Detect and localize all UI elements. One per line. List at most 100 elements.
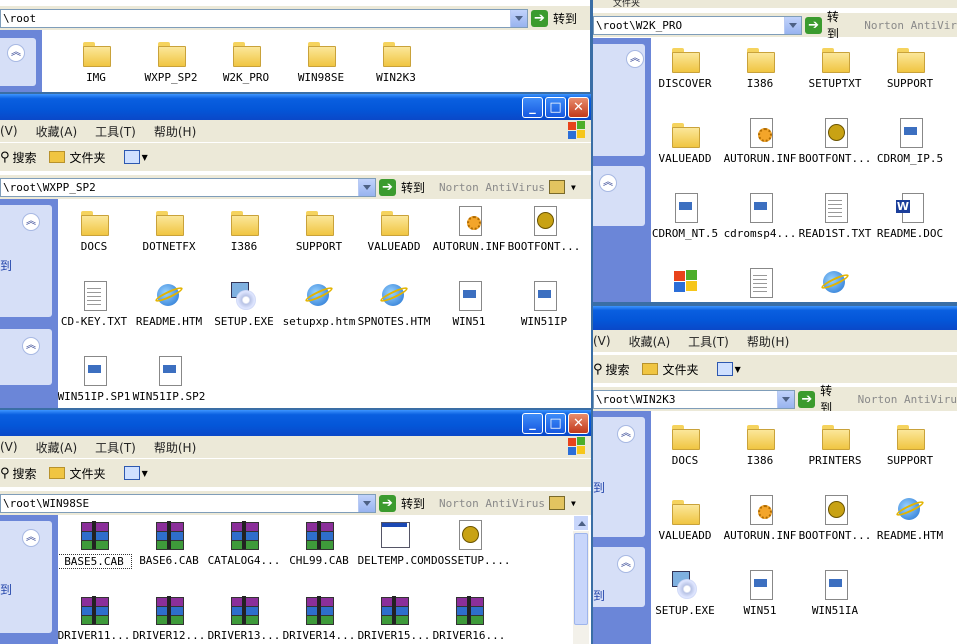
- search-button[interactable]: ⚲ 搜索: [593, 361, 630, 378]
- file-item[interactable]: CATALOG4...: [206, 519, 282, 567]
- file-item[interactable]: SUPPORT: [872, 42, 948, 90]
- file-item[interactable]: CHL99.CAB: [281, 519, 357, 567]
- file-item[interactable]: CDROM_IP.5: [872, 117, 948, 165]
- file-item[interactable]: cdromsp4...: [722, 192, 798, 240]
- go-button[interactable]: ➔ 转到: [379, 178, 425, 196]
- minimize-button[interactable]: _: [522, 413, 543, 434]
- file-item[interactable]: PRINTERS: [797, 419, 873, 467]
- file-item[interactable]: BASE5.CAB: [58, 519, 132, 569]
- folders-button[interactable]: 文件夹: [48, 465, 106, 482]
- file-item[interactable]: SUPPORT: [872, 419, 948, 467]
- file-item[interactable]: WIN51IP.SP2: [131, 355, 207, 403]
- address-dropdown-arrow[interactable]: [358, 178, 375, 196]
- menu-view[interactable]: (V): [0, 440, 18, 454]
- chevron-down-icon[interactable]: ▼: [571, 183, 576, 192]
- collapse-chevron-icon[interactable]: ︽: [22, 337, 40, 355]
- folders-button[interactable]: 文件夹: [641, 361, 699, 378]
- file-item[interactable]: DRIVER14...: [281, 594, 357, 642]
- file-item[interactable]: W2K_PRO: [208, 36, 284, 84]
- address-input[interactable]: \root: [0, 8, 528, 28]
- side-link-text[interactable]: 到: [0, 257, 12, 274]
- file-item[interactable]: BASE6.CAB: [131, 519, 207, 567]
- file-item[interactable]: WIN98SE: [283, 36, 359, 84]
- file-item[interactable]: CDROM_NT.5: [651, 192, 723, 240]
- norton-icon[interactable]: [548, 180, 565, 194]
- collapse-chevron-icon[interactable]: ︽: [599, 174, 617, 192]
- chevron-down-icon[interactable]: ▼: [571, 499, 576, 508]
- file-item[interactable]: READ1ST.TXT: [797, 192, 873, 240]
- file-item[interactable]: W README.DOC: [872, 192, 948, 240]
- norton-antivirus-toolbar[interactable]: Norton AntiVir: [864, 19, 957, 32]
- norton-antivirus-toolbar[interactable]: Norton AntiVirus: [439, 181, 545, 194]
- title-bar[interactable]: [593, 306, 957, 330]
- collapse-chevron-icon[interactable]: ︽: [617, 425, 635, 443]
- collapse-chevron-icon[interactable]: ︽: [626, 50, 644, 68]
- address-input[interactable]: \root\W2K_PRO: [593, 15, 803, 35]
- file-item[interactable]: DRIVER12...: [131, 594, 207, 642]
- scroll-up-arrow[interactable]: [573, 515, 589, 531]
- file-item[interactable]: VALUEADD: [356, 205, 432, 253]
- maximize-button[interactable]: □: [545, 413, 566, 434]
- scroll-thumb[interactable]: [574, 533, 588, 625]
- file-item[interactable]: DOCS: [651, 419, 723, 467]
- side-link-text[interactable]: 到: [0, 581, 12, 598]
- views-button[interactable]: ▼: [118, 150, 148, 164]
- norton-antivirus-toolbar[interactable]: Norton AntiVirus: [439, 497, 545, 510]
- file-item[interactable]: BOOTFONT...: [797, 117, 873, 165]
- menu-favorites[interactable]: 收藏(A): [36, 439, 78, 456]
- views-button[interactable]: ▼: [118, 466, 148, 480]
- go-button[interactable]: ➔ 转到: [805, 8, 850, 42]
- address-dropdown-arrow[interactable]: [358, 494, 375, 512]
- address-input[interactable]: \root\WXPP_SP2: [0, 177, 376, 197]
- menu-tools[interactable]: 工具(T): [95, 439, 136, 456]
- file-item[interactable]: README.HTM: [872, 494, 948, 542]
- file-item[interactable]: BOOTFONT...: [506, 205, 582, 253]
- file-item[interactable]: [651, 267, 723, 302]
- file-item[interactable]: WIN51IP.SP1: [58, 355, 132, 403]
- file-item[interactable]: DISCOVER: [651, 42, 723, 90]
- minimize-button[interactable]: _: [522, 97, 543, 118]
- address-input[interactable]: \root\WIN98SE: [0, 493, 376, 513]
- go-button[interactable]: ➔ 转到: [379, 494, 425, 512]
- collapse-chevron-icon[interactable]: ︽: [22, 213, 40, 231]
- file-item[interactable]: DRIVER13...: [206, 594, 282, 642]
- file-item[interactable]: SETUPTXT: [797, 42, 873, 90]
- search-button[interactable]: ⚲ 搜索: [0, 149, 37, 166]
- collapse-chevron-icon[interactable]: ︽: [22, 529, 40, 547]
- file-item[interactable]: SETUP.EXE: [206, 280, 282, 328]
- collapse-chevron-icon[interactable]: ︽: [617, 555, 635, 573]
- file-item[interactable]: [797, 267, 873, 302]
- title-bar[interactable]: _ □ ✕: [0, 94, 591, 120]
- menu-tools[interactable]: 工具(T): [95, 123, 136, 140]
- address-dropdown-arrow[interactable]: [777, 390, 795, 408]
- file-item[interactable]: I386: [722, 42, 798, 90]
- menu-favorites[interactable]: 收藏(A): [36, 123, 78, 140]
- file-item[interactable]: AUTORUN.INF: [722, 117, 798, 165]
- file-item[interactable]: WIN2K3: [358, 36, 434, 84]
- file-item[interactable]: AUTORUN.INF: [722, 494, 798, 542]
- folders-button[interactable]: 文件夹: [48, 149, 106, 166]
- file-item[interactable]: CD-KEY.TXT: [58, 280, 132, 328]
- file-item[interactable]: BOOTFONT...: [797, 494, 873, 542]
- search-button[interactable]: ⚲ 搜索: [0, 465, 37, 482]
- file-item[interactable]: SETUP.EXE: [651, 569, 723, 617]
- menu-view[interactable]: (V): [593, 334, 611, 348]
- file-item[interactable]: SUPPORT: [281, 205, 357, 253]
- maximize-button[interactable]: □: [545, 97, 566, 118]
- menu-help[interactable]: 帮助(H): [154, 123, 196, 140]
- menu-tools[interactable]: 工具(T): [688, 333, 729, 350]
- title-bar[interactable]: _ □ ✕: [0, 410, 591, 436]
- file-item[interactable]: IMG: [58, 36, 134, 84]
- file-item[interactable]: [722, 267, 798, 302]
- menu-favorites[interactable]: 收藏(A): [629, 333, 671, 350]
- norton-antivirus-toolbar[interactable]: Norton AntiViru: [858, 393, 957, 406]
- go-button[interactable]: ➔ 转到: [531, 9, 577, 27]
- collapse-chevron-icon[interactable]: ︽: [7, 44, 25, 62]
- file-item[interactable]: DELTEMP.COM: [356, 519, 432, 567]
- file-item[interactable]: WIN51IA: [797, 569, 873, 617]
- file-item[interactable]: DOSSETUP....: [431, 519, 510, 567]
- file-item[interactable]: I386: [206, 205, 282, 253]
- file-item[interactable]: SPNOTES.HTM: [356, 280, 432, 328]
- close-button[interactable]: ✕: [568, 97, 589, 118]
- file-item[interactable]: WIN51: [722, 569, 798, 617]
